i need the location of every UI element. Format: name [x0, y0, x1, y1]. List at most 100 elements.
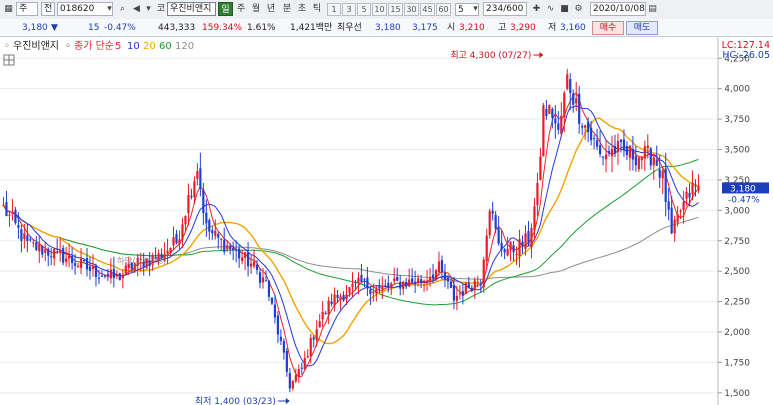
candle-body — [640, 157, 643, 161]
candle-body — [82, 259, 86, 262]
candle-body — [79, 258, 83, 269]
candle-body — [396, 276, 399, 281]
data-count-total: /600 — [503, 4, 524, 14]
candle-body — [23, 233, 26, 239]
candle-body — [220, 238, 223, 240]
candle-body — [62, 248, 65, 263]
market-select[interactable]: 주 — [16, 2, 38, 16]
candle-body — [35, 242, 38, 251]
candle-body — [628, 145, 632, 158]
best-quote-label: 최우선 — [337, 23, 362, 33]
candle-body — [342, 294, 345, 301]
candle-body — [249, 263, 253, 267]
candle-body — [65, 258, 68, 262]
candle-body — [306, 356, 309, 358]
candle-body — [246, 252, 250, 267]
candle-body — [211, 230, 214, 234]
chevron-down-icon[interactable]: ▾ — [142, 3, 155, 16]
candle-body — [604, 154, 608, 160]
candle-body — [336, 294, 339, 299]
candle-body — [431, 274, 435, 279]
candle-body — [509, 241, 512, 251]
candle-body — [32, 242, 35, 244]
candle-body — [297, 369, 300, 377]
tab-second[interactable]: 초 — [295, 2, 309, 16]
candle-body — [312, 337, 315, 340]
candle-body — [503, 249, 506, 253]
interval-3[interactable]: 3 — [342, 3, 356, 16]
candle-body — [241, 257, 244, 261]
chevron-down-icon[interactable]: ▾ — [469, 3, 482, 16]
candle-body — [175, 233, 178, 244]
candle-body — [590, 127, 593, 141]
interval-30[interactable]: 30 — [404, 3, 419, 16]
candle-body — [381, 286, 384, 289]
search-icon[interactable]: ⌕ — [116, 3, 129, 16]
candle-body — [625, 146, 629, 156]
search-button[interactable]: 전 — [41, 2, 55, 16]
legend-bullet: ◦ — [4, 41, 10, 52]
candle-body — [655, 159, 658, 166]
tab-minute[interactable]: 분 — [280, 2, 294, 16]
current-price: 3,180 — [22, 23, 48, 33]
tab-day[interactable]: 일 — [218, 2, 233, 16]
candle-body — [637, 157, 640, 170]
candle-body — [515, 253, 518, 256]
candle-body — [202, 189, 205, 214]
crosshair-icon[interactable]: ✚ — [530, 3, 543, 16]
candle-body — [575, 98, 578, 104]
interval-60[interactable]: 60 — [436, 3, 451, 16]
buy-button[interactable]: 매수 — [592, 21, 624, 35]
y-tick-label: 1,750 — [724, 358, 750, 368]
candle-body — [664, 168, 667, 203]
candle-body — [339, 296, 342, 300]
candle-body — [88, 266, 92, 271]
interval-45[interactable]: 45 — [420, 3, 435, 16]
candle-body — [393, 278, 396, 282]
candle-body — [5, 202, 8, 217]
interval-10[interactable]: 10 — [372, 3, 387, 16]
save-icon[interactable]: ■ — [558, 3, 571, 16]
sell-button[interactable]: 매도 — [626, 21, 658, 35]
candle-body — [533, 206, 536, 231]
tab-year[interactable]: 년 — [264, 2, 278, 16]
mode-label[interactable]: 코 — [155, 2, 167, 16]
candle-body — [593, 138, 596, 140]
interval-5[interactable]: 5 — [357, 3, 371, 16]
stock-name-field[interactable]: 우진비앤지 — [167, 2, 216, 16]
candle-body — [181, 224, 184, 240]
candle-body — [261, 277, 265, 283]
candle-body — [282, 341, 285, 353]
candle-body — [402, 281, 405, 289]
tab-tick[interactable]: 틱 — [310, 2, 324, 16]
candle-body — [348, 287, 351, 294]
candle-body — [2, 205, 5, 207]
candle-body — [461, 291, 464, 296]
tab-month[interactable]: 월 — [249, 2, 263, 16]
candle-body — [103, 275, 107, 277]
chevron-down-icon[interactable]: ▾ — [103, 3, 116, 16]
candle-body — [205, 212, 208, 224]
candle-body — [530, 228, 533, 248]
candle-body — [244, 252, 247, 258]
line-tool-icon[interactable]: ∿ — [544, 3, 557, 16]
candle-body — [452, 285, 456, 301]
calendar-icon[interactable]: ▤ — [646, 3, 659, 16]
candle-body — [458, 293, 461, 295]
layout-icon[interactable]: ▦ — [2, 3, 15, 16]
interval-1[interactable]: 1 — [327, 3, 341, 16]
candle-body — [378, 286, 381, 289]
date-field[interactable]: 2020/10/08 — [590, 2, 646, 16]
y-tick-label: 2,500 — [724, 267, 750, 277]
data-count-field[interactable]: 234/600 — [483, 2, 527, 16]
candle-body — [527, 231, 530, 245]
gear-icon[interactable]: ⚙ — [572, 3, 585, 16]
candle-body — [560, 115, 563, 134]
candle-body — [357, 277, 360, 283]
candle-body — [333, 294, 336, 306]
price-chart[interactable]: 1,5001,7502,0002,2502,5002,7503,0003,250… — [0, 37, 773, 405]
interval-15[interactable]: 15 — [388, 3, 403, 16]
tab-week[interactable]: 주 — [234, 2, 248, 16]
candle-body — [676, 214, 679, 223]
candle-body — [524, 233, 527, 249]
